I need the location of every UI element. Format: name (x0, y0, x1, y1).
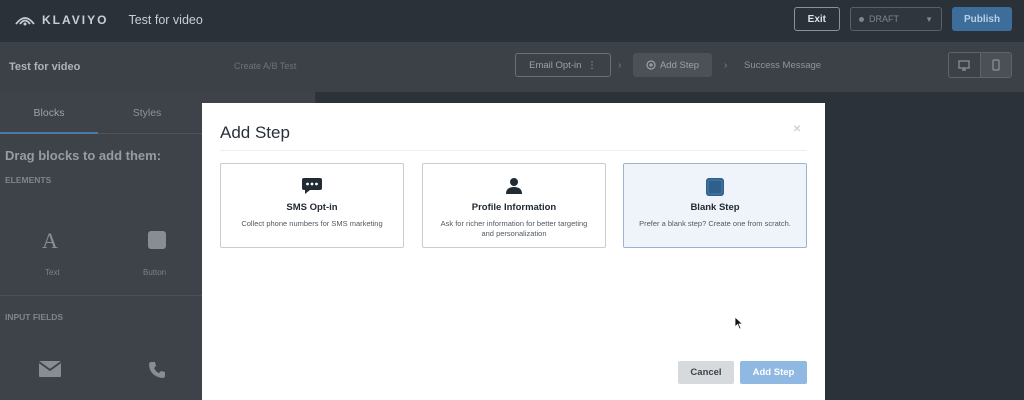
phone-field-block[interactable] (147, 360, 167, 385)
brand-name: KLAVIYO (42, 13, 109, 27)
mouse-cursor-icon (734, 316, 744, 330)
status-select[interactable]: DRAFT ▼ (850, 7, 942, 31)
card-profile-information[interactable]: Profile Information Ask for richer infor… (422, 163, 606, 248)
card-blank-step[interactable]: Blank Step Prefer a blank step? Create o… (623, 163, 807, 248)
desktop-view-button[interactable] (949, 53, 980, 77)
card-sms-optin-description: Collect phone numbers for SMS marketing (241, 219, 383, 228)
close-icon[interactable]: × (793, 120, 801, 136)
step-add-step[interactable]: Add Step (633, 53, 712, 77)
form-title: Test for video (128, 13, 203, 27)
chat-bubble-icon (302, 178, 322, 194)
card-sms-optin[interactable]: SMS Opt-in Collect phone numbers for SMS… (220, 163, 404, 248)
card-blank-step-description: Prefer a blank step? Create one from scr… (639, 219, 791, 228)
status-label: DRAFT (869, 14, 899, 24)
step-email-optin-label: Email Opt-in (529, 59, 582, 71)
card-profile-information-title: Profile Information (471, 202, 557, 213)
publish-button[interactable]: Publish (952, 7, 1012, 31)
status-dot-icon (859, 16, 864, 22)
device-toggle (948, 52, 1012, 78)
create-ab-test-link[interactable]: Create A/B Test (234, 61, 296, 71)
desktop-icon (958, 59, 970, 71)
chevron-right-icon: › (618, 60, 622, 71)
cancel-button[interactable]: Cancel (678, 361, 734, 384)
klaviyo-logo-icon (15, 17, 35, 26)
tab-styles[interactable]: Styles (98, 92, 196, 133)
modal-divider (220, 150, 807, 151)
text-block[interactable]: A Text (30, 224, 76, 282)
card-blank-step-title: Blank Step (690, 202, 740, 213)
tab-blocks[interactable]: Blocks (0, 92, 98, 134)
step-success-message[interactable]: Success Message (744, 60, 821, 71)
exit-button[interactable]: Exit (793, 7, 840, 31)
text-block-label: Text (45, 268, 60, 277)
blank-square-icon (706, 178, 724, 196)
email-field-block[interactable] (38, 360, 62, 383)
chevron-down-icon: ▼ (925, 14, 933, 24)
chevron-right-icon: › (724, 60, 728, 71)
mobile-icon (992, 59, 1000, 71)
add-step-modal: Add Step × SMS Opt-in Collect phone numb… (202, 103, 825, 400)
envelope-icon (38, 361, 62, 377)
mobile-view-button[interactable] (979, 53, 1011, 77)
modal-title: Add Step (220, 123, 290, 142)
text-block-icon: A (42, 228, 58, 253)
button-block-icon (148, 231, 166, 249)
button-block[interactable]: Button (136, 224, 182, 282)
card-sms-optin-title: SMS Opt-in (286, 202, 338, 213)
step-add-step-label: Add Step (659, 59, 700, 71)
more-options-icon[interactable]: ⋮ (587, 60, 597, 71)
input-fields-group-label: INPUT FIELDS (5, 312, 64, 322)
plus-circle-icon (646, 60, 656, 70)
editor-toolbar: Test for video Create A/B Test Email Opt… (0, 42, 1024, 92)
top-bar: KLAVIYO Test for video Exit DRAFT ▼ Publ… (0, 0, 1024, 40)
card-profile-information-description: Ask for richer information for better ta… (440, 219, 588, 238)
button-block-label: Button (143, 268, 167, 277)
step-email-optin[interactable]: Email Opt-in ⋮ (515, 53, 611, 77)
person-icon (506, 178, 522, 194)
phone-icon (149, 362, 165, 378)
brand-logo[interactable]: KLAVIYO (14, 13, 108, 27)
form-name: Test for video (9, 61, 81, 73)
add-step-button[interactable]: Add Step (740, 361, 807, 384)
